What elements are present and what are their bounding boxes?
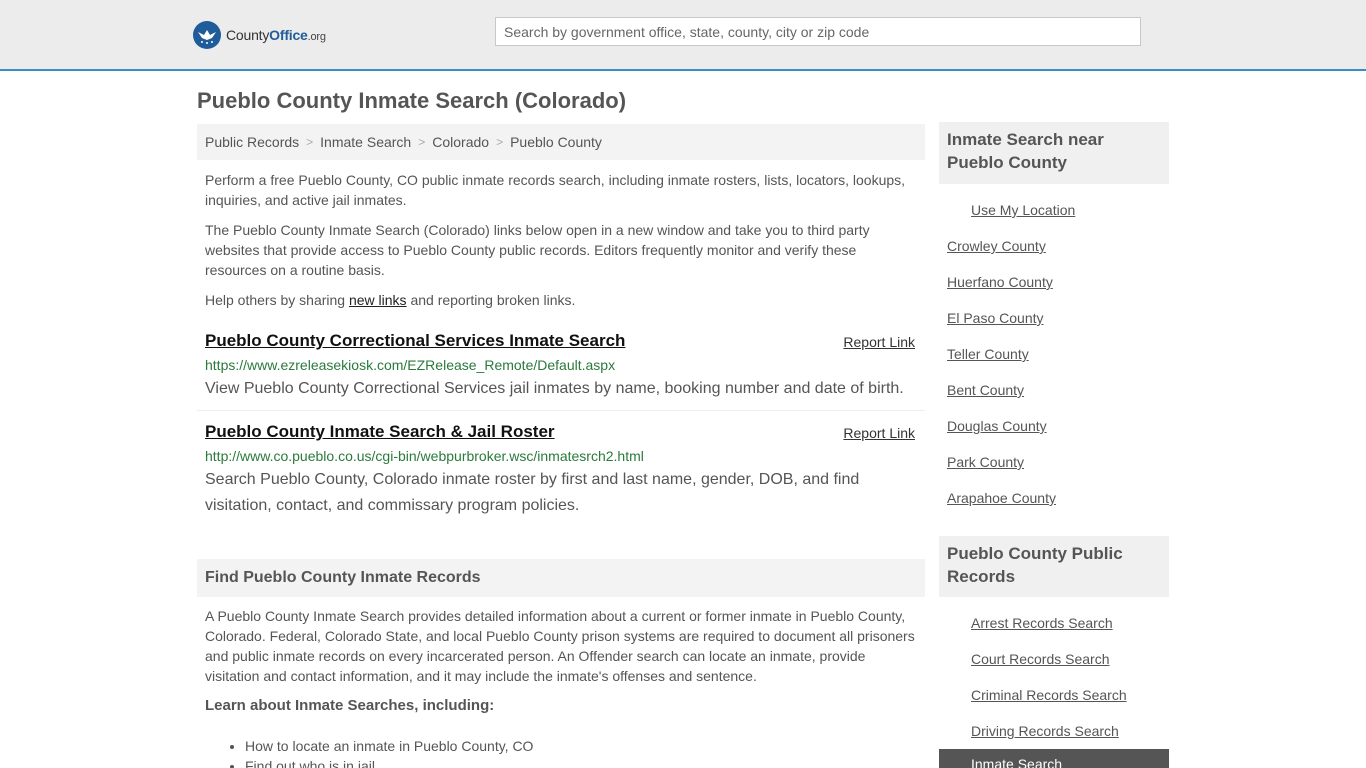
breadcrumb-pueblo-county[interactable]: Pueblo County bbox=[510, 134, 602, 150]
sidebar-item-inmate-search[interactable]: Inmate Search bbox=[939, 749, 1169, 768]
result-divider bbox=[197, 410, 925, 411]
learn-list: How to locate an inmate in Pueblo County… bbox=[245, 736, 533, 768]
list-item: Find out who is in jail bbox=[245, 756, 533, 768]
intro-paragraph-1: Perform a free Pueblo County, CO public … bbox=[205, 172, 906, 208]
chevron-right-icon: > bbox=[306, 135, 314, 149]
breadcrumb-public-records[interactable]: Public Records bbox=[205, 134, 299, 150]
intro-paragraph-3: Help others by sharing new links and rep… bbox=[205, 292, 576, 308]
chevron-right-icon: > bbox=[496, 135, 504, 149]
list-item: How to locate an inmate in Pueblo County… bbox=[245, 736, 533, 756]
sidebar-county-link[interactable]: Bent County bbox=[947, 382, 1024, 398]
result-title-link[interactable]: Pueblo County Inmate Search & Jail Roste… bbox=[205, 422, 555, 442]
sidebar-records-heading: Pueblo County Public Records bbox=[939, 536, 1169, 597]
sidebar-county-link[interactable]: Huerfano County bbox=[947, 274, 1053, 290]
sidebar-county-link[interactable]: Douglas County bbox=[947, 418, 1047, 434]
sidebar-county-link[interactable]: Arapahoe County bbox=[947, 490, 1056, 506]
learn-heading: Learn about Inmate Searches, including: bbox=[205, 697, 495, 714]
search-input[interactable] bbox=[495, 17, 1141, 46]
breadcrumb-inmate-search[interactable]: Inmate Search bbox=[320, 134, 411, 150]
result-title-link[interactable]: Pueblo County Correctional Services Inma… bbox=[205, 331, 625, 351]
find-records-paragraph: A Pueblo County Inmate Search provides d… bbox=[205, 608, 915, 684]
sidebar-record-link[interactable]: Driving Records Search bbox=[971, 723, 1119, 739]
chevron-right-icon: > bbox=[418, 135, 426, 149]
top-bar: CountyOffice.org bbox=[0, 0, 1366, 71]
sidebar-record-link[interactable]: Criminal Records Search bbox=[971, 687, 1127, 703]
sidebar-near-heading: Inmate Search near Pueblo County bbox=[939, 122, 1169, 184]
sidebar-record-link[interactable]: Court Records Search bbox=[971, 651, 1110, 667]
breadcrumb-colorado[interactable]: Colorado bbox=[432, 134, 489, 150]
sidebar-county-link[interactable]: El Paso County bbox=[947, 310, 1044, 326]
result-url: http://www.co.pueblo.co.us/cgi-bin/webpu… bbox=[205, 448, 644, 464]
result-description: View Pueblo County Correctional Services… bbox=[205, 380, 904, 397]
report-link-button[interactable]: Report Link bbox=[843, 334, 915, 350]
site-logo[interactable]: CountyOffice.org bbox=[193, 20, 326, 50]
report-link-button[interactable]: Report Link bbox=[843, 425, 915, 441]
eagle-icon bbox=[193, 21, 221, 49]
use-my-location-link[interactable]: Use My Location bbox=[971, 202, 1075, 218]
intro-paragraph-2: The Pueblo County Inmate Search (Colorad… bbox=[205, 222, 870, 278]
sidebar-record-link[interactable]: Arrest Records Search bbox=[971, 615, 1113, 631]
result-url: https://www.ezreleasekiosk.com/EZRelease… bbox=[205, 357, 616, 373]
logo-text: CountyOffice.org bbox=[226, 27, 326, 43]
sidebar-county-link[interactable]: Teller County bbox=[947, 346, 1029, 362]
breadcrumb: Public Records > Inmate Search > Colorad… bbox=[197, 124, 925, 160]
page-title: Pueblo County Inmate Search (Colorado) bbox=[197, 88, 627, 113]
sidebar-county-link[interactable]: Park County bbox=[947, 454, 1024, 470]
result-description: Search Pueblo County, Colorado inmate ro… bbox=[205, 471, 860, 514]
new-links-link[interactable]: new links bbox=[349, 292, 407, 308]
find-records-heading: Find Pueblo County Inmate Records bbox=[197, 559, 925, 597]
sidebar-county-link[interactable]: Crowley County bbox=[947, 238, 1046, 254]
